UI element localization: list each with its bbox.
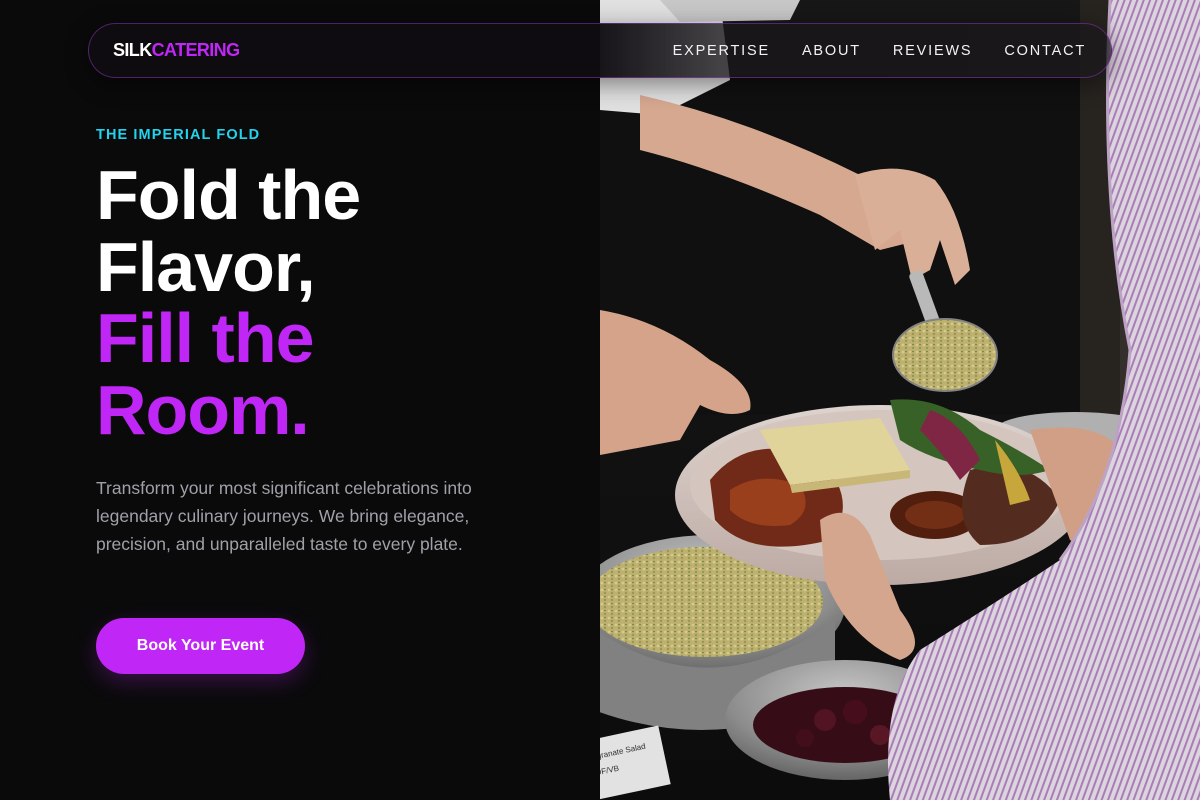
hero-eyebrow: THE IMPERIAL FOLD (96, 127, 261, 143)
book-event-button[interactable]: Book Your Event (96, 618, 305, 674)
headline-line-3: Fill the (96, 299, 315, 377)
hero-headline: Fold the Flavor, Fill the Room. (96, 156, 361, 449)
brand-logo-part2: CATERING (151, 40, 240, 60)
hero-food-photo: egranate Salad DF/VB (600, 0, 1200, 800)
nav-links: EXPERTISE ABOUT REVIEWS CONTACT (673, 43, 1086, 59)
nav-link-expertise[interactable]: EXPERTISE (673, 43, 770, 59)
headline-line-4: Room. (96, 370, 310, 449)
nav-link-reviews[interactable]: REVIEWS (893, 43, 972, 59)
headline-line-2: Flavor, (96, 227, 316, 306)
top-navbar: SILKCATERING EXPERTISE ABOUT REVIEWS CON… (88, 23, 1112, 78)
headline-line-1: Fold the (96, 156, 361, 234)
nav-link-contact[interactable]: CONTACT (1004, 43, 1086, 59)
brand-logo-part1: SILK (113, 40, 152, 60)
hero-description: Transform your most significant celebrat… (96, 478, 472, 554)
nav-link-about[interactable]: ABOUT (802, 43, 861, 59)
brand-logo[interactable]: SILKCATERING (113, 40, 240, 61)
